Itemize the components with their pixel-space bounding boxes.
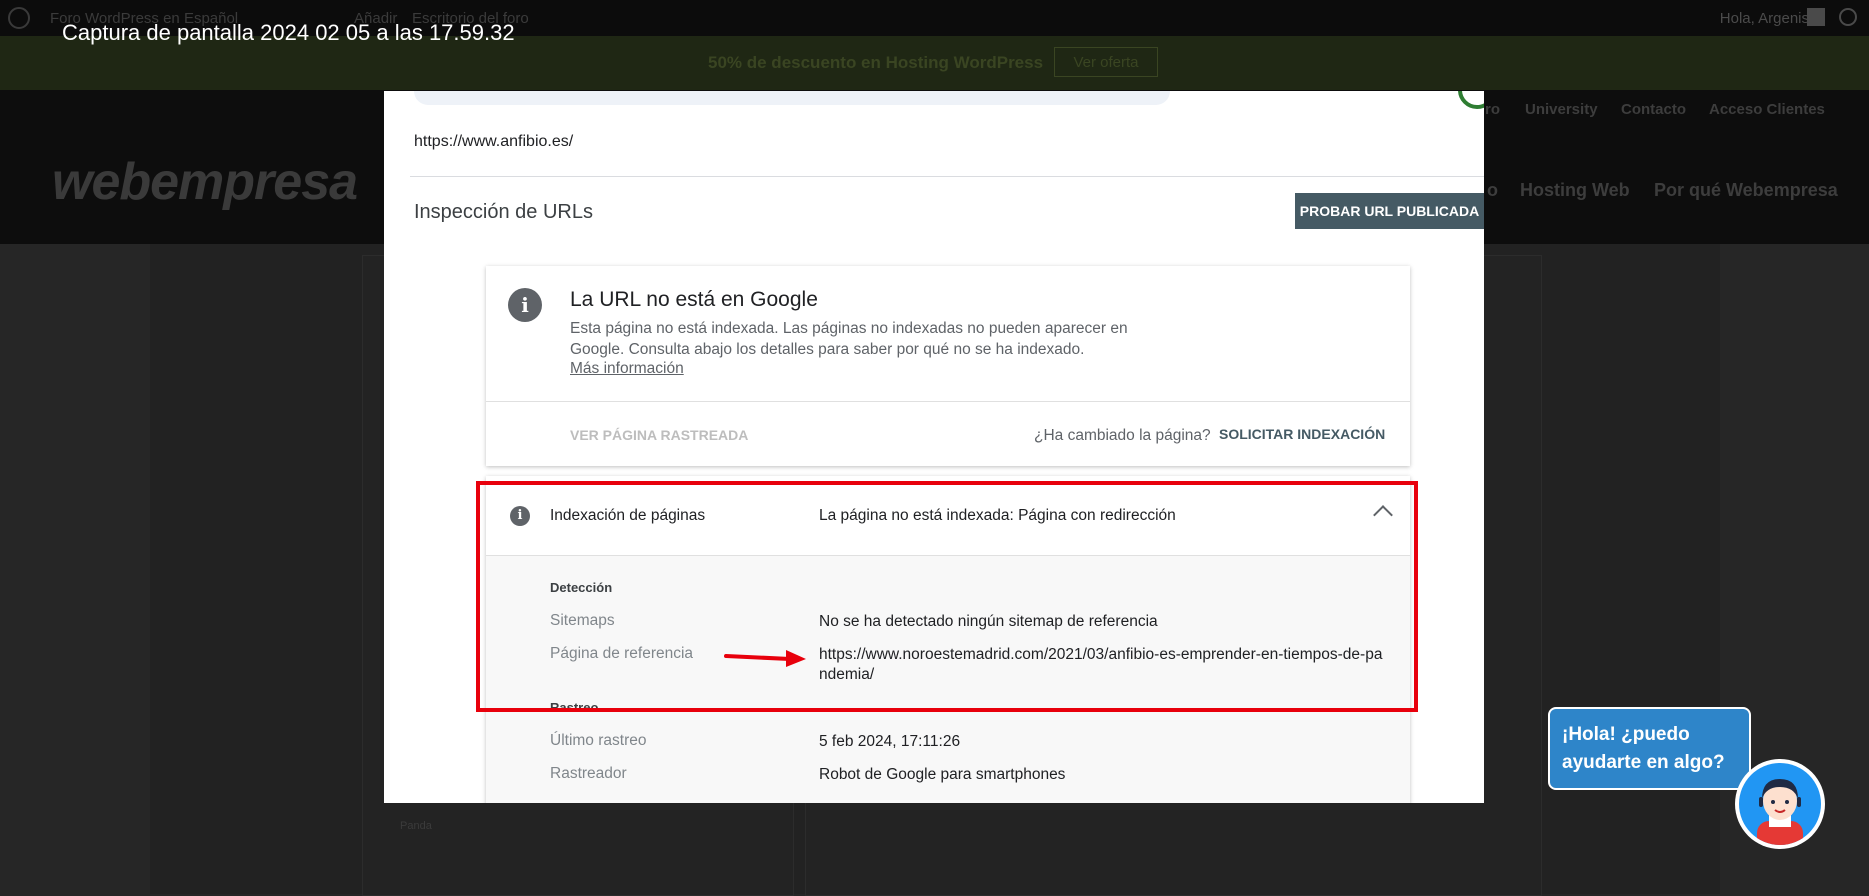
snippet-text: Panda <box>400 820 432 832</box>
nav-university[interactable]: University <box>1525 101 1598 118</box>
url-status-card: i La URL no está en Google Esta página n… <box>486 266 1410 466</box>
more-info-link[interactable]: Más información <box>570 360 684 378</box>
status-title: La URL no está en Google <box>570 288 818 311</box>
status-description: Esta página no está indexada. Las página… <box>570 320 1128 358</box>
crawler-label: Rastreador <box>550 765 627 782</box>
test-live-url-button[interactable]: PROBAR URL PUBLICADA <box>1295 193 1484 229</box>
arrow-right-icon <box>724 650 806 667</box>
account-avatar-icon[interactable] <box>1458 91 1484 109</box>
nav-por-que[interactable]: Por qué Webempresa <box>1654 180 1838 201</box>
nav-foro[interactable]: ro <box>1485 101 1500 118</box>
promo-text: 50% de descuento en Hosting WordPress <box>708 53 1044 72</box>
support-agent-icon <box>1739 763 1821 845</box>
inspected-url: https://www.anfibio.es/ <box>414 133 574 150</box>
chat-launcher-button[interactable] <box>1735 759 1825 849</box>
info-icon: i <box>508 288 542 322</box>
crawler-value: Robot de Google para smartphones <box>819 766 1066 783</box>
last-crawl-value: 5 feb 2024, 17:11:26 <box>819 733 961 750</box>
screenshot-caption: Captura de pantalla 2024 02 05 a las 17.… <box>62 20 515 45</box>
promo-button[interactable]: Ver oferta <box>1054 47 1158 77</box>
request-indexing-button[interactable]: SOLICITAR INDEXACIÓN <box>1219 426 1385 442</box>
inspect-search-bar[interactable] <box>414 91 1170 105</box>
nav-contacto[interactable]: Contacto <box>1621 101 1686 118</box>
nav-partial[interactable]: o <box>1487 180 1498 201</box>
greeting[interactable]: Hola, Argenis <box>1720 10 1809 27</box>
highlight-box <box>476 481 1418 712</box>
search-icon[interactable] <box>1839 8 1857 26</box>
nav-acceso-clientes[interactable]: Acceso Clientes <box>1709 101 1825 118</box>
chat-bubble[interactable]: ¡Hola! ¿puedo ayudarte en algo? <box>1548 707 1751 790</box>
last-crawl-label: Último rastreo <box>550 732 647 749</box>
page-title: Inspección de URLs <box>414 201 593 223</box>
user-avatar-icon[interactable] <box>1807 8 1825 26</box>
view-crawled-page-button[interactable]: VER PÁGINA RASTREADA <box>570 427 748 443</box>
wordpress-logo-icon[interactable] <box>8 7 30 29</box>
divider <box>486 401 1410 402</box>
divider <box>410 176 1484 177</box>
site-logo[interactable]: webempresa <box>52 152 358 212</box>
nav-hosting-web[interactable]: Hosting Web <box>1520 180 1630 201</box>
changed-question: ¿Ha cambiado la página? <box>1034 427 1211 444</box>
